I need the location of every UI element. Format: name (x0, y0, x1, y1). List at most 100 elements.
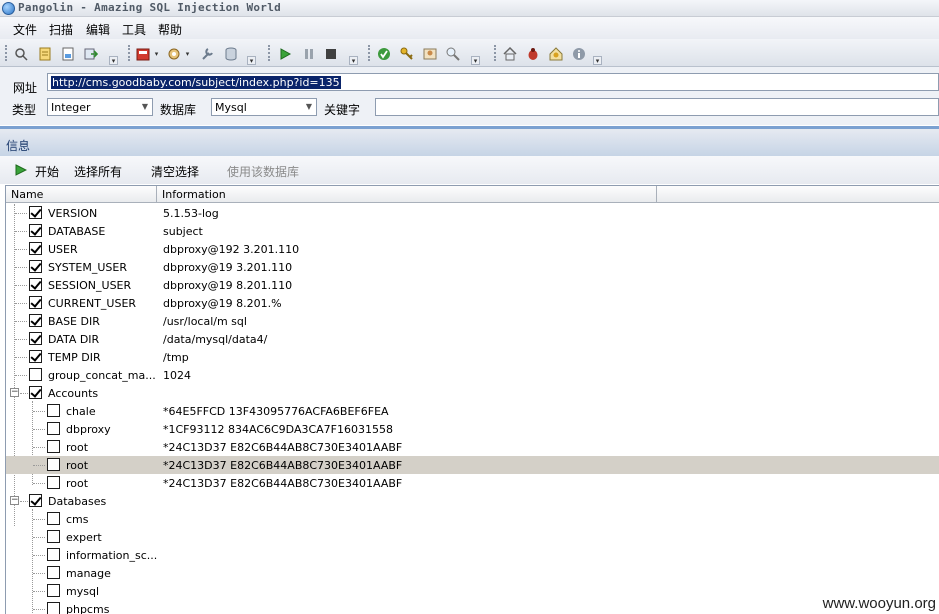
list-item[interactable]: SESSION_USER dbproxy@19 8.201.110 (6, 276, 939, 294)
list-item[interactable]: dbproxy *1CF93112 834AC6C9DA3CA7F1603155… (6, 420, 939, 438)
document-icon[interactable] (36, 45, 54, 63)
settings-dropdown-icon[interactable]: ▾ (183, 50, 192, 59)
row-checkbox[interactable] (29, 242, 42, 255)
type-select[interactable]: Integer ▼ (47, 98, 153, 116)
row-checkbox[interactable] (47, 440, 60, 453)
list-item[interactable]: group_concat_ma... 1024 (6, 366, 939, 384)
list-item[interactable]: DATABASE subject (6, 222, 939, 240)
stop-icon[interactable] (322, 45, 340, 63)
select-all-button[interactable]: 选择所有 (74, 163, 122, 180)
row-checkbox[interactable] (29, 386, 42, 399)
row-checkbox[interactable] (29, 206, 42, 219)
play-icon[interactable] (276, 45, 294, 63)
toolbar-grip[interactable] (268, 45, 271, 61)
row-checkbox[interactable] (47, 458, 60, 471)
star-icon[interactable] (547, 45, 565, 63)
menu-help[interactable]: 帮助 (158, 21, 182, 38)
url-input[interactable]: http://cms.goodbaby.com/subject/index.ph… (47, 73, 939, 91)
column-name[interactable]: Name (6, 186, 157, 203)
keyword-input[interactable] (375, 98, 939, 116)
help-icon[interactable] (375, 45, 393, 63)
settings-icon[interactable] (166, 45, 184, 63)
toolbar-grip[interactable] (494, 45, 497, 61)
row-checkbox[interactable] (29, 368, 42, 381)
row-checkbox[interactable] (47, 404, 60, 417)
list-item[interactable]: manage (6, 564, 939, 582)
row-checkbox[interactable] (47, 584, 60, 597)
list-item[interactable]: DATA DIR /data/mysql/data4/ (6, 330, 939, 348)
list-item[interactable]: SYSTEM_USER dbproxy@19 3.201.110 (6, 258, 939, 276)
row-checkbox[interactable] (47, 602, 60, 614)
list-item[interactable]: chale *64E5FFCD 13F43095776ACFA6BEF6FEA (6, 402, 939, 420)
toolbar-grip[interactable] (128, 45, 131, 61)
bug-icon[interactable] (524, 45, 542, 63)
user-icon[interactable] (421, 45, 439, 63)
export-icon[interactable] (82, 45, 100, 63)
row-checkbox[interactable] (47, 566, 60, 579)
row-checkbox[interactable] (29, 260, 42, 273)
row-checkbox[interactable] (47, 512, 60, 525)
home-icon[interactable] (501, 45, 519, 63)
database-icon[interactable] (222, 45, 240, 63)
toolbar-overflow-icon[interactable]: ▾ (349, 56, 358, 65)
use-database-button[interactable]: 使用该数据库 (227, 163, 299, 180)
list-item[interactable]: VERSION 5.1.53-log (6, 204, 939, 222)
menu-scan[interactable]: 扫描 (49, 21, 73, 38)
column-information[interactable]: Information (157, 186, 657, 203)
list-item[interactable]: phpcms (6, 600, 939, 614)
pause-icon[interactable] (300, 45, 318, 63)
clear-selection-button[interactable]: 清空选择 (151, 163, 199, 180)
toolbar-overflow-icon[interactable]: ▾ (593, 56, 602, 65)
toolbar-overflow-icon[interactable]: ▾ (247, 56, 256, 65)
row-checkbox[interactable] (47, 422, 60, 435)
play-icon[interactable] (15, 164, 28, 179)
menu-edit[interactable]: 编辑 (86, 21, 110, 38)
list-item-selected[interactable]: root *24C13D37 E82C6B44AB8C730E3401AABF (6, 456, 939, 474)
list-item[interactable]: TEMP DIR /tmp (6, 348, 939, 366)
row-checkbox[interactable] (29, 296, 42, 309)
collapse-icon[interactable]: − (10, 388, 19, 397)
list-item[interactable]: expert (6, 528, 939, 546)
row-checkbox[interactable] (29, 314, 42, 327)
row-checkbox[interactable] (29, 278, 42, 291)
menu-tools[interactable]: 工具 (122, 21, 146, 38)
toolbar-overflow-icon[interactable]: ▾ (109, 56, 118, 65)
toolbar-overflow-icon[interactable]: ▾ (471, 56, 480, 65)
list-item[interactable]: CURRENT_USER dbproxy@19 8.201.% (6, 294, 939, 312)
row-checkbox[interactable] (47, 530, 60, 543)
list-item[interactable]: information_sc... (6, 546, 939, 564)
tree-line (15, 303, 27, 304)
toolbar-grip[interactable] (5, 45, 8, 61)
page-icon[interactable] (59, 45, 77, 63)
key-icon[interactable] (398, 45, 416, 63)
row-checkbox[interactable] (29, 350, 42, 363)
tree-group-databases[interactable]: − Databases (6, 492, 939, 510)
list-item[interactable]: root *24C13D37 E82C6B44AB8C730E3401AABF (6, 438, 939, 456)
row-name: expert (66, 531, 102, 544)
toolbar-grip[interactable] (368, 45, 371, 61)
list-item[interactable]: mysql (6, 582, 939, 600)
book-dropdown-icon[interactable]: ▾ (152, 50, 161, 59)
row-checkbox[interactable] (47, 548, 60, 561)
wrench-icon[interactable] (198, 45, 216, 63)
magnifier-icon[interactable] (444, 45, 462, 63)
list-item[interactable]: cms (6, 510, 939, 528)
toolbar-group-file: ▾ (0, 41, 120, 65)
row-checkbox[interactable] (29, 494, 42, 507)
info-icon[interactable] (570, 45, 588, 63)
list-item[interactable]: root *24C13D37 E82C6B44AB8C730E3401AABF (6, 474, 939, 492)
row-checkbox[interactable] (29, 224, 42, 237)
collapse-icon[interactable]: − (10, 496, 19, 505)
start-button[interactable]: 开始 (35, 163, 59, 180)
tree-group-accounts[interactable]: − Accounts (6, 384, 939, 402)
book-icon[interactable] (135, 45, 153, 63)
tree-line (15, 249, 27, 250)
menu-file[interactable]: 文件 (13, 21, 37, 38)
database-select[interactable]: Mysql ▼ (211, 98, 317, 116)
row-checkbox[interactable] (29, 332, 42, 345)
results-tree[interactable]: Name Information VERSION 5.1.53-log DATA… (5, 185, 939, 614)
list-item[interactable]: BASE DIR /usr/local/m sql (6, 312, 939, 330)
row-checkbox[interactable] (47, 476, 60, 489)
list-item[interactable]: USER dbproxy@192 3.201.110 (6, 240, 939, 258)
search-icon[interactable] (12, 45, 30, 63)
